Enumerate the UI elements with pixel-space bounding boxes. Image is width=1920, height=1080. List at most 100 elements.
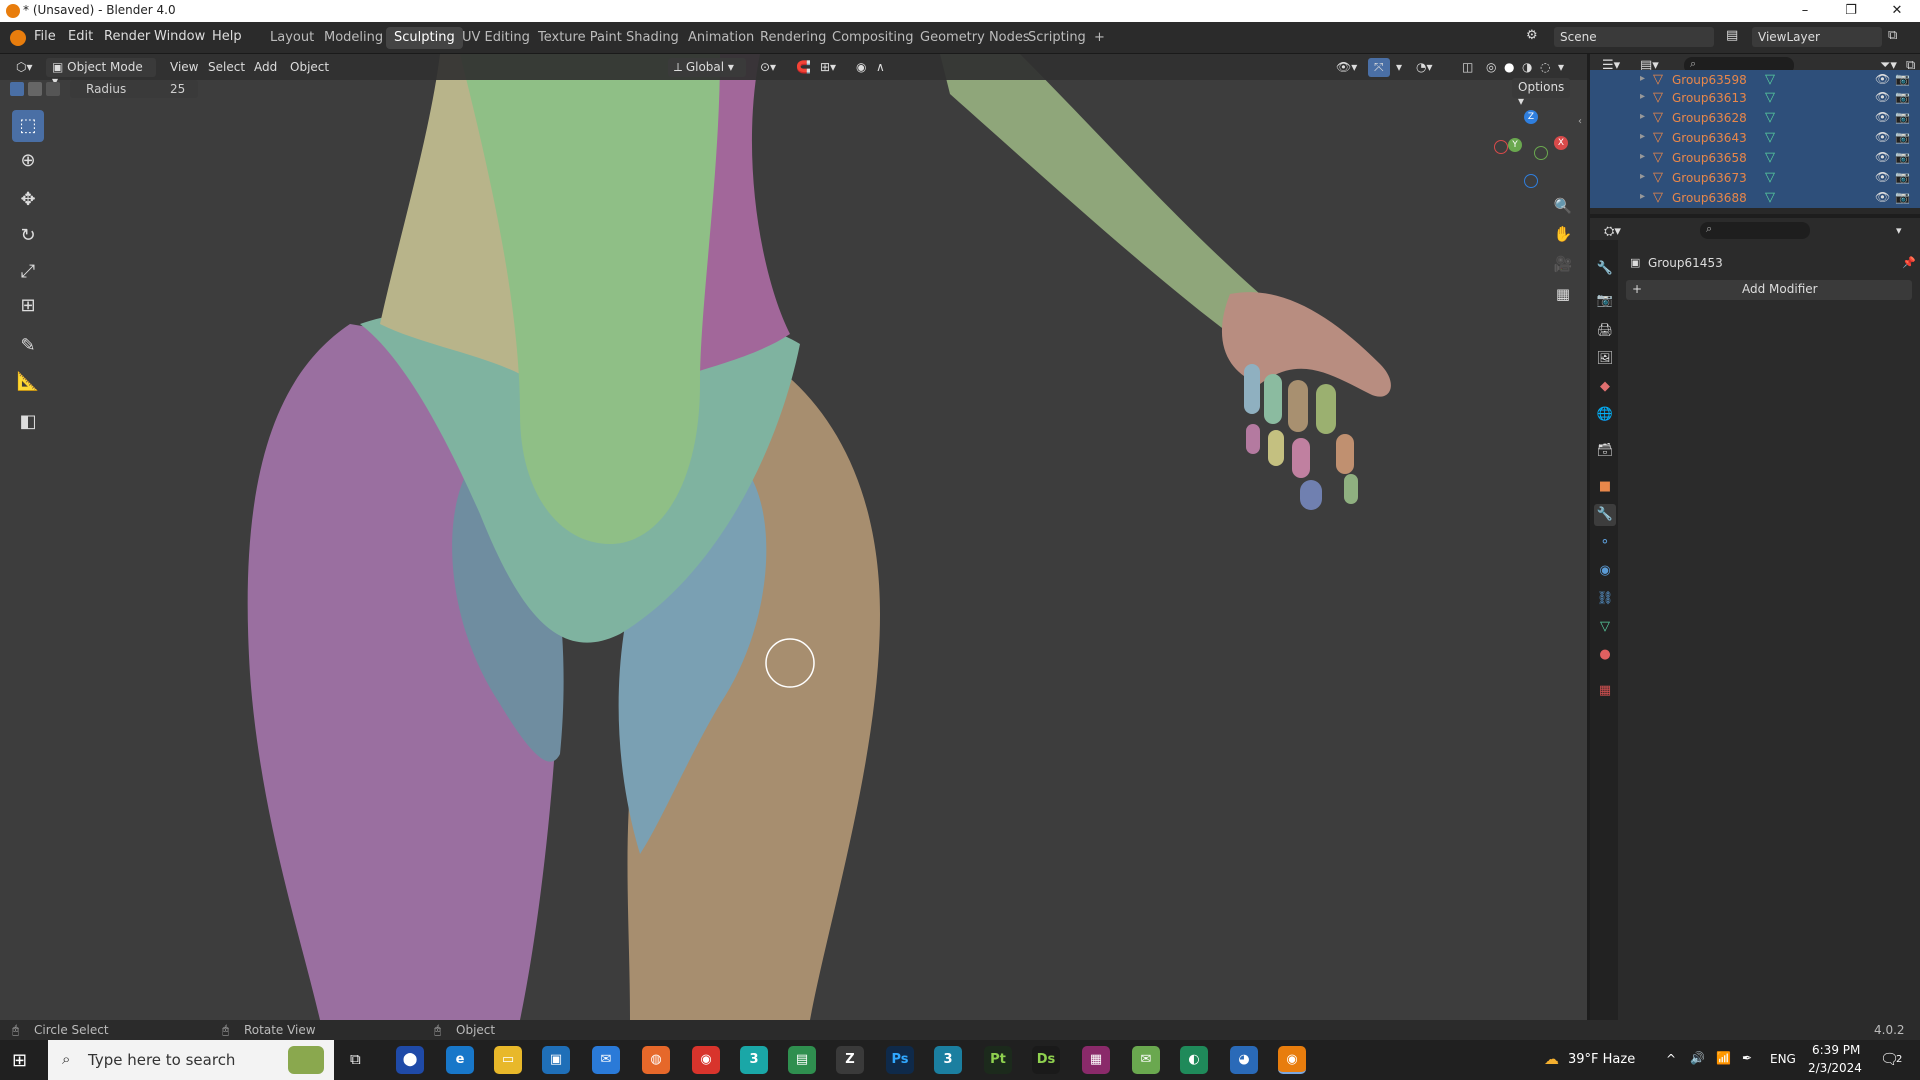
3dsmax-icon[interactable]: 3 [934,1046,962,1074]
constraints-tab-icon[interactable]: ⛓ [1594,588,1616,610]
select-mode-new-icon[interactable] [10,82,24,96]
tab-geometry-nodes[interactable]: Geometry Nodes [912,27,1038,49]
select-circle-tool-icon[interactable]: ⬚ [12,110,44,142]
visibility-eye-icon[interactable]: 👁 [1875,170,1890,184]
view-layer-selector[interactable]: ViewLayer [1752,27,1882,47]
object-tab-icon[interactable]: ■ [1594,476,1616,498]
mesh-data-icon[interactable]: ▽ [1765,170,1775,185]
world-tab-icon[interactable]: 🌐 [1594,404,1616,426]
tab-modeling[interactable]: Modeling [316,27,391,49]
select-mode-extend-icon[interactable] [28,82,42,96]
tab-layout[interactable]: Layout [262,27,322,49]
windows-start-icon[interactable]: ⊞ [12,1050,27,1071]
properties-search-input[interactable]: ⌕ [1700,222,1810,239]
wifi-icon[interactable]: 📶 [1716,1051,1731,1065]
menu-file[interactable]: File [34,29,56,44]
zbrush-icon[interactable]: Z [836,1046,864,1074]
mesh-data-icon[interactable]: ▽ [1765,130,1775,145]
overlays-icon[interactable]: ◔▾ [1410,58,1439,77]
visibility-eye-icon[interactable]: 👁 [1875,90,1890,104]
restore-button[interactable]: ❐ [1828,0,1874,22]
firefox-icon[interactable]: ◍ [642,1046,670,1074]
menu-window[interactable]: Window [154,29,205,44]
visibility-eye-icon[interactable]: 👁 [1875,72,1890,86]
clock-date[interactable]: 2/3/2024 [1808,1061,1862,1075]
expand-icon[interactable]: ▸ [1640,191,1645,202]
blender-taskbar-icon[interactable]: ◉ [1278,1046,1306,1074]
gizmo-neg-z-icon[interactable] [1524,174,1538,188]
add-cube-tool-icon[interactable]: ◧ [12,406,44,438]
gizmo-toggle-icon[interactable]: ⤧ [1368,58,1390,77]
tab-shading[interactable]: Shading [618,27,687,49]
gizmo-z-icon[interactable]: Z [1524,110,1538,124]
expand-icon[interactable]: ▸ [1640,131,1645,142]
perspective-grid-icon[interactable]: ▦ [1551,282,1575,306]
edge-browser-icon[interactable]: e [446,1046,474,1074]
mode-selector[interactable]: ▣ Object Mode ▾ [46,58,156,88]
expand-icon[interactable]: ▸ [1640,111,1645,122]
radius-field[interactable]: Radius 25 [70,80,198,98]
rotate-tool-icon[interactable]: ↻ [12,220,44,252]
scene-icon[interactable]: ⚙ [1526,28,1538,43]
sidebar-toggle-icon[interactable]: ‹ [1578,116,1582,127]
falloff-icon[interactable]: ∧ [870,58,891,77]
editor-type-icon[interactable]: ⬡▾ [10,58,39,77]
mesh-data-icon[interactable]: ▽ [1765,190,1775,205]
snap-target-icon[interactable]: ⊞▾ [814,58,842,77]
chrome-icon[interactable]: ◉ [692,1046,720,1074]
store-icon[interactable]: ▣ [542,1046,570,1074]
pan-hand-icon[interactable]: ✋ [1551,222,1575,246]
pivot-icon[interactable]: ⊙▾ [754,58,782,77]
gizmo-x-icon[interactable]: X [1554,136,1568,150]
annotate-tool-icon[interactable]: ✎ [12,330,44,362]
render-camera-icon[interactable]: 📷 [1895,130,1910,144]
app-icon[interactable]: ◐ [1180,1046,1208,1074]
weather-label[interactable]: 39°F Haze [1568,1052,1635,1067]
xray-icon[interactable]: ◫ [1456,58,1479,77]
properties-options-icon[interactable]: ▾ [1896,224,1902,237]
task-view-icon[interactable]: ⧉ [350,1050,361,1068]
add-modifier-button[interactable]: + Add Modifier [1626,280,1912,300]
modifier-tab-icon[interactable]: 🔧 [1594,504,1616,526]
visibility-eye-icon[interactable]: 👁 [1875,190,1890,204]
tab-scripting[interactable]: Scripting [1020,27,1094,49]
render-camera-icon[interactable]: 📷 [1895,90,1910,104]
material-tab-icon[interactable]: ● [1594,644,1616,666]
options-dropdown[interactable]: Options ▾ [1512,78,1571,108]
minimize-button[interactable]: – [1782,0,1828,22]
navigation-gizmo[interactable]: Z Y X [1494,110,1574,190]
menu-object[interactable]: Object [284,58,335,77]
outliner-row[interactable]: ▸ ▽ Group63613 ▽ 👁 📷 [1590,88,1920,108]
shading-dropdown-icon[interactable]: ▾ [1552,58,1570,77]
menu-render[interactable]: Render [104,29,150,44]
scale-tool-icon[interactable]: ⤢ [12,256,44,288]
outliner-row[interactable]: ▸ ▽ Group63658 ▽ 👁 📷 [1590,148,1920,168]
visibility-eye-icon[interactable]: 👁 [1875,150,1890,164]
outliner-row[interactable]: ▸ ▽ Group63598 ▽ 👁 📷 [1590,70,1920,90]
gizmo-dropdown-icon[interactable]: ▾ [1390,58,1408,77]
taskbar-search-box[interactable]: ⌕ Type here to search [48,1040,334,1080]
render-camera-icon[interactable]: 📷 [1895,190,1910,204]
volume-icon[interactable]: 🔊 [1690,1051,1705,1065]
cursor-tool-icon[interactable]: ⊕ [12,145,44,177]
gizmo-y-icon[interactable]: Y [1508,138,1522,152]
tool-tab-icon[interactable]: 🔧 [1594,258,1616,280]
photoshop-icon[interactable]: Ps [886,1046,914,1074]
scene-selector[interactable]: Scene [1554,27,1714,47]
render-camera-icon[interactable]: 📷 [1895,170,1910,184]
orientation-selector[interactable]: ⟂ Global ▾ [668,58,746,77]
app-icon[interactable]: ▦ [1082,1046,1110,1074]
menu-select[interactable]: Select [202,58,251,77]
substance-painter-icon[interactable]: Pt [984,1046,1012,1074]
mesh-data-icon[interactable]: ▽ [1765,110,1775,125]
new-view-layer-icon[interactable]: ⧉ [1888,28,1897,43]
mail-icon[interactable]: ✉ [592,1046,620,1074]
app-icon[interactable]: ✉ [1132,1046,1160,1074]
blender-menu-icon[interactable] [10,30,26,46]
render-tab-icon[interactable]: 📷 [1594,290,1616,312]
outliner-row[interactable]: ▸ ▽ Group63673 ▽ 👁 📷 [1590,168,1920,188]
output-tab-icon[interactable]: 🖨 [1594,320,1616,342]
expand-icon[interactable]: ▸ [1640,91,1645,102]
physics-tab-icon[interactable]: ◉ [1594,560,1616,582]
snap-icon[interactable]: 🧲 [790,58,817,77]
